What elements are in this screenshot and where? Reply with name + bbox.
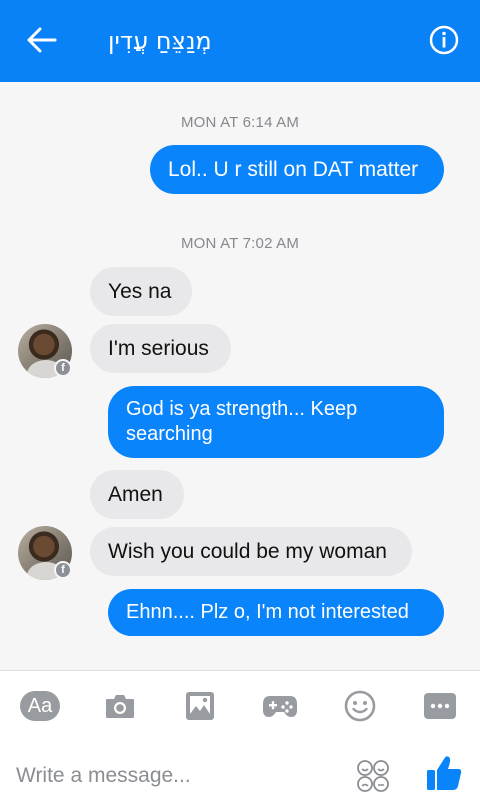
gallery-button[interactable]: [180, 689, 220, 723]
games-button[interactable]: [260, 689, 300, 723]
timestamp: MON AT 7:02 AM: [180, 235, 300, 252]
info-button[interactable]: [428, 24, 460, 56]
text-style-button[interactable]: Aa: [20, 689, 60, 723]
facebook-badge-icon: f: [54, 359, 72, 377]
facebook-badge-icon: f: [54, 561, 72, 579]
game-controller-icon: [263, 696, 297, 717]
info-circle-icon: [429, 25, 459, 55]
composer-toolbar: Aa: [0, 671, 480, 741]
more-button[interactable]: [420, 689, 460, 723]
message-bubble-incoming[interactable]: Amen: [90, 470, 184, 519]
message-bubble-incoming[interactable]: Wish you could be my woman: [90, 527, 412, 576]
message-input[interactable]: [16, 761, 336, 791]
thumbs-up-icon: [427, 756, 462, 790]
sticker-face-icon: [357, 760, 389, 792]
arrow-left-icon: [27, 27, 57, 53]
timestamp: MON AT 6:14 AM: [180, 114, 300, 131]
more-icon: [424, 693, 456, 719]
message-bubble-outgoing[interactable]: Lol.. U r still on DAT matter: [150, 145, 444, 194]
message-thread[interactable]: MON AT 6:14 AM Lol.. U r still on DAT ma…: [0, 82, 480, 670]
emoji-button[interactable]: [340, 689, 380, 723]
sticker-button[interactable]: [356, 759, 390, 793]
message-bubble-incoming[interactable]: Yes na: [90, 267, 192, 316]
camera-button[interactable]: [100, 689, 140, 723]
message-bubble-outgoing[interactable]: Ehnn.... Plz o, I'm not interested: [108, 589, 444, 636]
emoji-icon: [344, 690, 376, 722]
text-style-label: Aa: [20, 691, 60, 721]
contact-name[interactable]: מְנַצֵּחַ עֲדִין: [108, 26, 212, 56]
message-composer: [0, 741, 480, 799]
message-bubble-incoming[interactable]: I'm serious: [90, 324, 231, 373]
gallery-icon: [186, 692, 214, 720]
conversation-header: מְנַצֵּחַ עֲדִין: [0, 0, 480, 82]
message-bubble-outgoing[interactable]: God is ya strength... Keep searching: [108, 386, 444, 458]
camera-icon: [106, 695, 134, 718]
like-send-button[interactable]: [424, 753, 464, 793]
back-button[interactable]: [22, 22, 62, 58]
